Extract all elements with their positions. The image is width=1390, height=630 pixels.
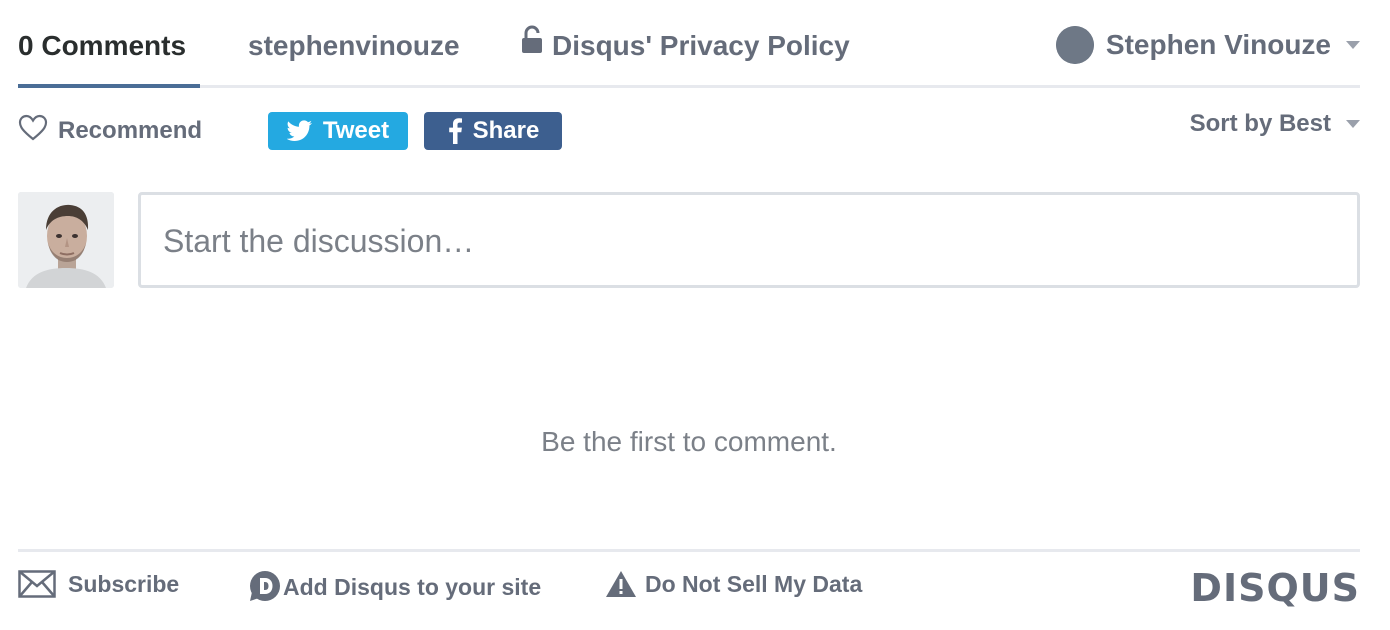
tweet-label: Tweet (322, 117, 390, 144)
sort-label: Sort by Best (1189, 110, 1331, 137)
add-disqus-label: Add Disqus to your site (283, 573, 542, 600)
recommend-label: Recommend (58, 116, 203, 144)
empty-state-message: Be the first to comment. (541, 426, 837, 457)
nav-divider (18, 85, 1360, 88)
privacy-policy-label: Disqus' Privacy Policy (552, 30, 850, 61)
facebook-icon (447, 118, 463, 144)
do-not-sell-label: Do Not Sell My Data (645, 570, 863, 597)
tab-comments[interactable]: 0 Comments (18, 28, 186, 64)
do-not-sell-link[interactable]: Do Not Sell My Data (605, 570, 862, 598)
facebook-share-button[interactable]: Share (424, 112, 562, 150)
subscribe-link[interactable]: Subscribe (18, 570, 179, 598)
twitter-icon (286, 120, 313, 142)
tab-privacy-policy[interactable]: Disqus' Privacy Policy (520, 25, 850, 67)
user-name: Stephen Vinouze (1105, 29, 1331, 60)
warning-icon (605, 570, 637, 598)
disqus-brand-logo[interactable]: DISQUS (1190, 566, 1360, 610)
user-menu[interactable]: Stephen Vinouze (1055, 26, 1360, 64)
heart-icon (18, 114, 48, 147)
user-avatar (1055, 26, 1094, 64)
comment-composer[interactable]: Start the discussion… (138, 192, 1360, 288)
chevron-down-icon (1346, 120, 1360, 128)
add-disqus-link[interactable]: Add Disqus to your site (247, 570, 541, 604)
lock-icon (520, 25, 544, 64)
recommend-button[interactable]: Recommend (18, 114, 202, 147)
footer-divider (18, 549, 1360, 552)
active-tab-underline (18, 84, 200, 88)
sort-dropdown[interactable]: Sort by Best (1190, 110, 1360, 138)
disqus-logo-icon (247, 570, 281, 604)
tab-community[interactable]: stephenvinouze (248, 28, 460, 64)
share-label: Share (472, 117, 540, 144)
chevron-down-icon (1346, 41, 1360, 49)
envelope-icon (18, 570, 56, 598)
composer-placeholder: Start the discussion… (163, 223, 475, 259)
tweet-button[interactable]: Tweet (268, 112, 408, 150)
current-user-avatar (18, 192, 114, 288)
subscribe-label: Subscribe (68, 570, 180, 597)
